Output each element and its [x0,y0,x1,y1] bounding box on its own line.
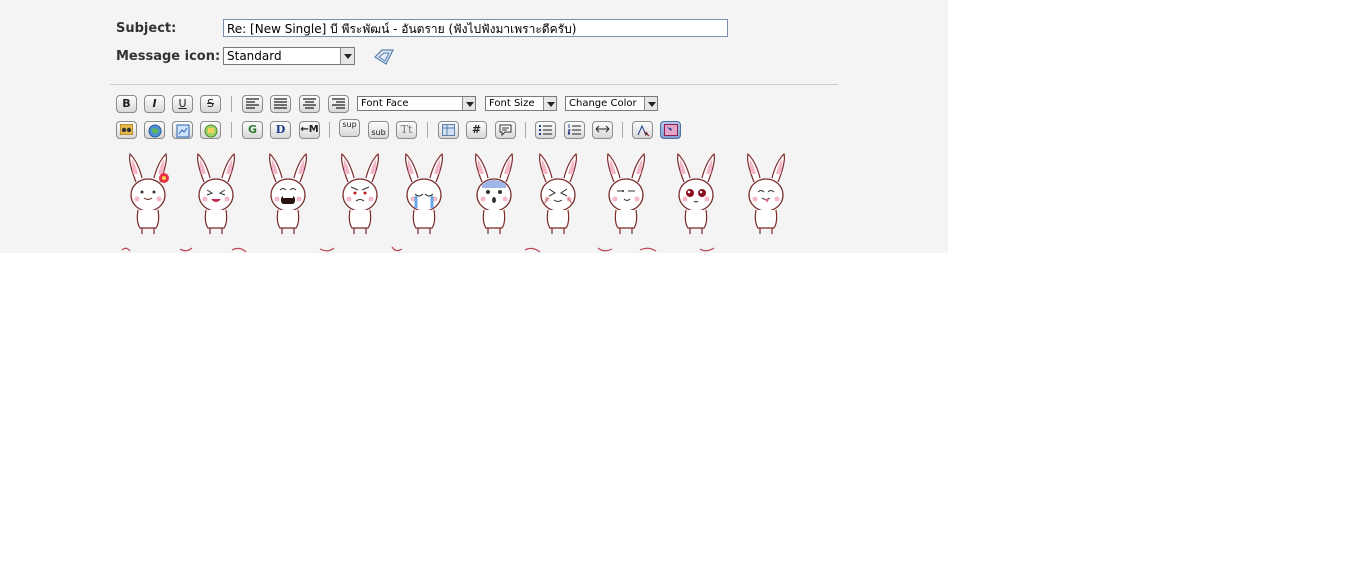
bunny-tongue-emoticon[interactable] [740,152,796,240]
bunny-flower-emoticon[interactable] [122,152,178,240]
table-icon [442,124,455,136]
separator [622,122,623,138]
spell-check-button[interactable]: A [632,121,653,139]
underline-button[interactable]: U [172,95,193,113]
separator [231,122,232,138]
horizontal-rule-button[interactable] [592,121,613,139]
chevron-down-icon[interactable] [340,48,354,64]
dictionary-button[interactable]: D [270,121,291,139]
align-right-icon [332,98,345,109]
font-size-select[interactable]: Font Size [485,96,557,111]
diamond-icon [373,47,395,71]
align-justify-icon [274,98,287,109]
bunny-laugh-emoticon[interactable] [190,152,246,240]
separator [525,122,526,138]
font-size-value: Font Size [489,98,535,109]
bunny-xd-emoticon[interactable] [532,152,588,240]
change-color-value: Change Color [569,98,637,109]
superscript-button[interactable]: sup [339,119,360,137]
bunny-smug-emoticon[interactable] [600,152,656,240]
message-icon-select[interactable]: Standard [223,47,355,65]
google-icon: G [247,123,258,136]
superscript-icon: sup [342,120,357,129]
divider [110,84,838,85]
bold-button[interactable]: B [116,95,137,113]
separator [231,96,232,112]
binoculars-icon [120,124,133,135]
marquee-button[interactable]: ←M [299,121,320,139]
align-left-icon [246,98,259,109]
ordered-list-button[interactable] [564,121,585,139]
cropped-text-row [121,246,715,253]
insert-photo-button[interactable] [200,121,221,139]
italic-button[interactable]: I [144,95,165,113]
unordered-list-icon [539,125,552,135]
find-button[interactable] [116,121,137,139]
bunny-cry-emoticon[interactable] [398,152,454,240]
quote-button[interactable] [495,121,516,139]
quote-icon [499,124,512,136]
horizontal-rule-icon [595,125,610,133]
bunny-angry-emoticon[interactable] [334,152,390,240]
hash-icon: # [471,123,482,136]
message-icon-label: Message icon: [116,49,221,64]
chevron-down-icon[interactable] [644,97,657,110]
message-icon-value: Standard [227,49,282,63]
text-transform-icon: Tt [400,123,413,136]
hash-button[interactable]: # [466,121,487,139]
align-left-button[interactable] [242,95,263,113]
align-justify-button[interactable] [270,95,291,113]
bunny-grin-emoticon[interactable] [262,152,318,240]
text-transform-button[interactable]: Tt [396,121,417,139]
strike-icon: S [207,97,214,110]
svg-text:A: A [645,132,649,137]
bunny-shocked-emoticon[interactable] [468,152,524,240]
subject-input[interactable]: Re: [New Single] บี พีระพัฒน์ - อันตราย … [223,19,728,37]
insert-table-button[interactable] [438,121,459,139]
unordered-list-button[interactable] [535,121,556,139]
chevron-down-icon[interactable] [543,97,556,110]
separator [427,122,428,138]
subscript-icon: sub [371,128,386,137]
subscript-button[interactable]: sub [368,121,389,139]
font-face-value: Font Face [361,98,409,109]
photo-icon [204,124,217,138]
wysiwyg-toggle-icon [663,124,678,136]
align-right-button[interactable] [328,95,349,113]
bunny-love-emoticon[interactable] [670,152,726,240]
google-button[interactable]: G [242,121,263,139]
subject-label: Subject: [116,21,177,36]
image-icon [176,124,189,138]
underline-icon: U [178,97,187,110]
italic-icon: I [152,97,157,110]
chevron-down-icon[interactable] [462,97,475,110]
wysiwyg-toggle-button[interactable] [660,121,681,139]
separator [329,122,330,138]
ordered-list-icon [568,124,581,135]
spell-check-icon: A [637,124,649,137]
insert-link-button[interactable] [144,121,165,139]
bold-icon: B [122,97,131,110]
insert-image-button[interactable] [172,121,193,139]
dictionary-icon: D [275,123,286,136]
reply-form-panel: Subject: Re: [New Single] บี พีระพัฒน์ -… [0,0,948,253]
font-face-select[interactable]: Font Face [357,96,476,111]
globe-link-icon [148,124,161,138]
marquee-icon: ←M [300,124,319,135]
align-center-button[interactable] [299,95,320,113]
change-color-select[interactable]: Change Color [565,96,658,111]
align-center-icon [303,98,316,109]
strike-button[interactable]: S [200,95,221,113]
